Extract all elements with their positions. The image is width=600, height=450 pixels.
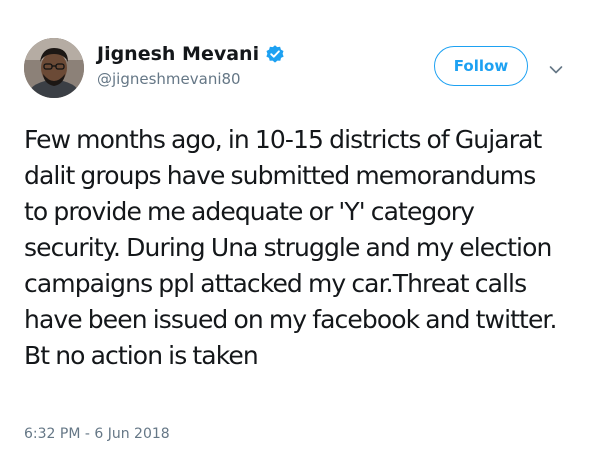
tweet-text-line: dalit groups have submitted memorandums xyxy=(24,161,536,190)
user-handle[interactable]: @jigneshmevani80 xyxy=(97,70,285,88)
tweet-text-line: security. During Una struggle and my ele… xyxy=(24,233,552,262)
name-row: Jignesh Mevani xyxy=(97,40,285,68)
profile-photo-icon xyxy=(24,38,84,98)
tweet-text: Few months ago, in 10-15 districts of Gu… xyxy=(24,122,590,374)
tweet-text-line: Few months ago, in 10-15 districts of Gu… xyxy=(24,125,542,154)
chevron-down-icon[interactable] xyxy=(549,60,563,74)
avatar[interactable] xyxy=(24,38,84,98)
tweet-card: Jignesh Mevani @jigneshmevani80 Follow F… xyxy=(0,0,600,450)
tweet-timestamp[interactable]: 6:32 PM - 6 Jun 2018 xyxy=(24,426,170,442)
tweet-text-line: Bt no action is taken xyxy=(24,341,259,370)
verified-badge-icon xyxy=(265,44,285,64)
tweet-text-line: to provide me adequate or 'Y' category xyxy=(24,197,475,226)
display-name[interactable]: Jignesh Mevani xyxy=(97,43,259,65)
tweet-text-line: have been issued on my facebook and twit… xyxy=(24,305,557,334)
tweet-text-line: campaigns ppl attacked my car.Threat cal… xyxy=(24,269,527,298)
follow-button[interactable]: Follow xyxy=(434,46,528,86)
user-header: Jignesh Mevani @jigneshmevani80 xyxy=(97,40,285,88)
